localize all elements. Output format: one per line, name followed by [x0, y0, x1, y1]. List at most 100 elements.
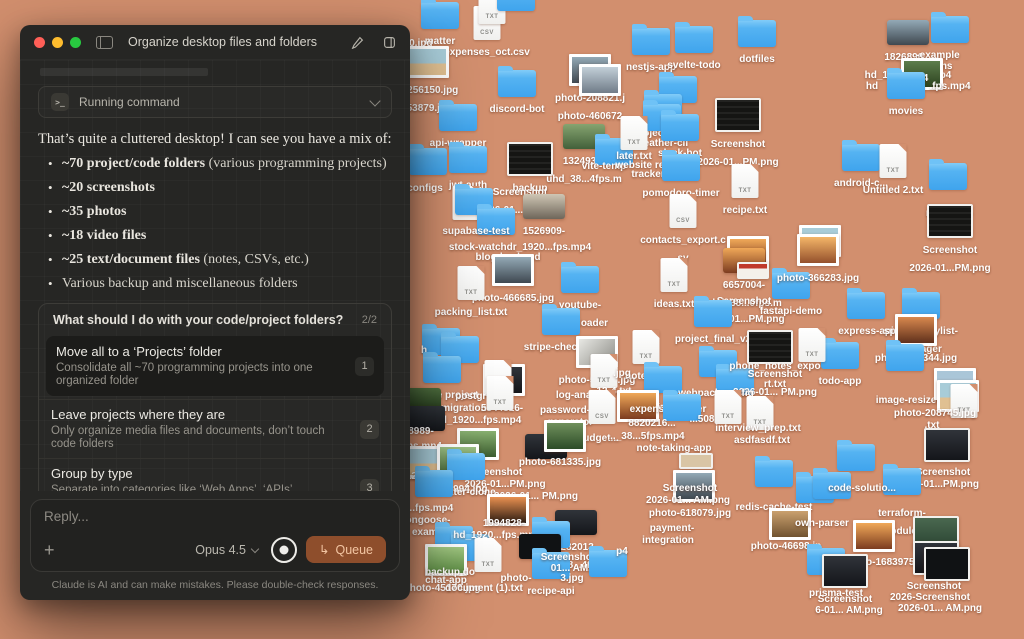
- folder-icon: [409, 144, 447, 175]
- desktop-icon-txt[interactable]: TXT Untitled 2.txt: [863, 144, 923, 196]
- video-icon: [523, 194, 565, 219]
- folder-icon: [931, 12, 969, 43]
- desktop-icon-folder[interactable]: jwt-auth: [449, 142, 506, 191]
- desktop-icon-folder[interactable]: movies: [887, 68, 944, 117]
- folder-icon: [423, 352, 461, 383]
- option-1[interactable]: Move all to a ‘Projects’ folder Consolida…: [46, 336, 384, 396]
- desktop-icon-csv[interactable]: CSVcontacts_export.csv: [640, 194, 726, 264]
- desktop-icon-folder[interactable]: pomodoro-timer: [642, 150, 720, 199]
- folder-icon: [542, 304, 580, 335]
- folder-icon: [561, 262, 599, 293]
- queue-arrow-icon: ↳: [318, 543, 330, 557]
- voice-record-button[interactable]: [270, 536, 297, 563]
- folder-icon: [439, 100, 477, 131]
- desktop-icon-folder[interactable]: [929, 159, 986, 190]
- desktop-icon-folder[interactable]: website project: [406, 352, 480, 401]
- desktop-icon-screenshot[interactable]: Screenshot2026-01...PM.png: [697, 98, 784, 168]
- txt-icon: TXT: [731, 164, 759, 198]
- folder-icon: [929, 159, 967, 190]
- window-titlebar[interactable]: Organize desktop files and folders: [20, 25, 410, 60]
- desktop-icon-folder[interactable]: todo-app: [819, 338, 878, 387]
- option-2[interactable]: Leave projects where they are Only organi…: [39, 399, 391, 458]
- desktop-icon-video[interactable]: 1526909-: [523, 194, 586, 237]
- desktop-icon-photo[interactable]: [853, 520, 916, 552]
- bullet-item: ~18 video files: [48, 227, 392, 245]
- desktop-icon-folder[interactable]: matter: [421, 0, 478, 47]
- desktop-icon-photo[interactable]: photo-417344.jpg: [875, 314, 958, 364]
- folder-icon: [415, 466, 453, 497]
- composer: Reply... + Opus 4.5 ↳ Queue: [30, 499, 400, 572]
- desktop-icon-screenshot[interactable]: [679, 453, 730, 469]
- desktop-icon-txt[interactable]: TXT: [486, 376, 527, 410]
- question-pagination: 2/2: [361, 314, 377, 326]
- pen-icon[interactable]: [351, 36, 364, 49]
- desktop-icon-photo[interactable]: photo-366283.jpg: [777, 234, 860, 284]
- question-card: What should I do with your code/project …: [38, 303, 392, 491]
- desktop-icon-txt[interactable]: TXT: [620, 116, 661, 150]
- zoom-window-button[interactable]: [70, 36, 81, 48]
- screenshot-icon: [507, 142, 553, 176]
- desktop-icon-folder[interactable]: api-wrapper: [430, 100, 496, 149]
- expand-window-icon[interactable]: [383, 36, 396, 49]
- option-3[interactable]: Group by type Separate into categories li…: [39, 458, 391, 491]
- chevron-down-icon: [250, 544, 260, 553]
- desktop-icon-txt[interactable]: TXTnotes.txt: [625, 330, 673, 382]
- screenshot-icon: [747, 330, 793, 364]
- screenshot-icon: [927, 204, 973, 238]
- desktop-icon-folder[interactable]: slack-bot: [658, 110, 718, 159]
- model-selector[interactable]: Opus 4.5: [195, 543, 260, 557]
- folder-icon: [449, 142, 487, 173]
- question-options: Move all to a ‘Projects’ folder Consolida…: [39, 336, 391, 491]
- desktop-icon-folder[interactable]: [497, 0, 554, 11]
- close-window-button[interactable]: [34, 36, 45, 48]
- folder-icon: [837, 440, 875, 471]
- txt-icon: TXT: [714, 390, 742, 424]
- desktop-icon-txt[interactable]: TXT ideas.txt: [654, 258, 701, 310]
- screenshot-icon: [822, 554, 868, 588]
- desktop-icon-folder[interactable]: svelte-todo: [667, 22, 732, 71]
- desktop-icon-folder[interactable]: youtube-downloader: [552, 262, 618, 329]
- csv-icon: CSV: [669, 194, 697, 228]
- desktop-icon-txt[interactable]: TXT recipe.txt: [723, 164, 772, 216]
- desktop-icon-folder[interactable]: [886, 340, 943, 371]
- desktop-icon-screenshot[interactable]: [924, 547, 993, 581]
- desktop-icon-folder[interactable]: discord-bot: [490, 66, 555, 115]
- chevron-down-icon: [369, 94, 381, 107]
- folder-icon: [842, 140, 880, 171]
- option-key-badge: 1: [355, 356, 374, 376]
- desktop-icon-folder[interactable]: [883, 464, 940, 495]
- desktop-icon-screenshot[interactable]: [822, 554, 891, 588]
- desktop-icon-txt[interactable]: TXT: [474, 538, 515, 572]
- photo-icon: [579, 64, 621, 96]
- sidebar-toggle-icon[interactable]: [96, 35, 113, 49]
- desktop-icon-folder[interactable]: [931, 12, 988, 43]
- chat-scroll-area[interactable]: >_ Running command That’s quite a clutte…: [20, 60, 410, 491]
- desktop-icon-folder[interactable]: project_final_v2: [675, 296, 751, 345]
- desktop-icon-folder[interactable]: dotfiles: [738, 16, 795, 65]
- desktop-icon-screenshot[interactable]: [924, 428, 993, 462]
- desktop[interactable]: matter CSV expenses_oct.csv TXT 70.jpg o-2561…: [0, 0, 1024, 639]
- desktop-icon-photo[interactable]: o-256150.jpg253879.jp g: [398, 46, 470, 114]
- txt-icon: TXT: [660, 258, 688, 292]
- screenshot-icon: [679, 453, 713, 469]
- txt-icon: TXT: [457, 266, 485, 300]
- desktop-icon-screenshot[interactable]: Screenshot2026-01...PM.png: [909, 204, 996, 274]
- running-command-toggle[interactable]: >_ Running command: [38, 86, 392, 118]
- desktop-icon-txt[interactable]: TXT: [798, 328, 839, 362]
- screenshot-icon: [715, 98, 761, 132]
- minimize-window-button[interactable]: [52, 36, 63, 48]
- desktop-icon-folder[interactable]: [415, 466, 472, 497]
- desktop-icon-photo[interactable]: photo-466685.jpg: [472, 254, 555, 304]
- queue-button[interactable]: ↳ Queue: [305, 536, 386, 563]
- bullet-item: ~20 screenshots: [48, 179, 392, 197]
- option-key-badge: 3: [360, 478, 379, 491]
- desktop-icon-txt[interactable]: TXT packing_list.txt: [435, 266, 507, 318]
- bullet-item: ~25 text/document files (notes, CSVs, et…: [48, 251, 392, 269]
- folder-icon: [662, 150, 700, 181]
- desktop-icon-photo[interactable]: [544, 420, 607, 452]
- desktop-icon-folder[interactable]: stripe-checkout: [524, 304, 599, 353]
- assistant-message-intro: That’s quite a cluttered desktop! I can …: [38, 131, 392, 147]
- txt-icon: TXT: [486, 376, 514, 410]
- attach-plus-button[interactable]: +: [44, 541, 55, 559]
- reply-input[interactable]: Reply...: [44, 509, 386, 524]
